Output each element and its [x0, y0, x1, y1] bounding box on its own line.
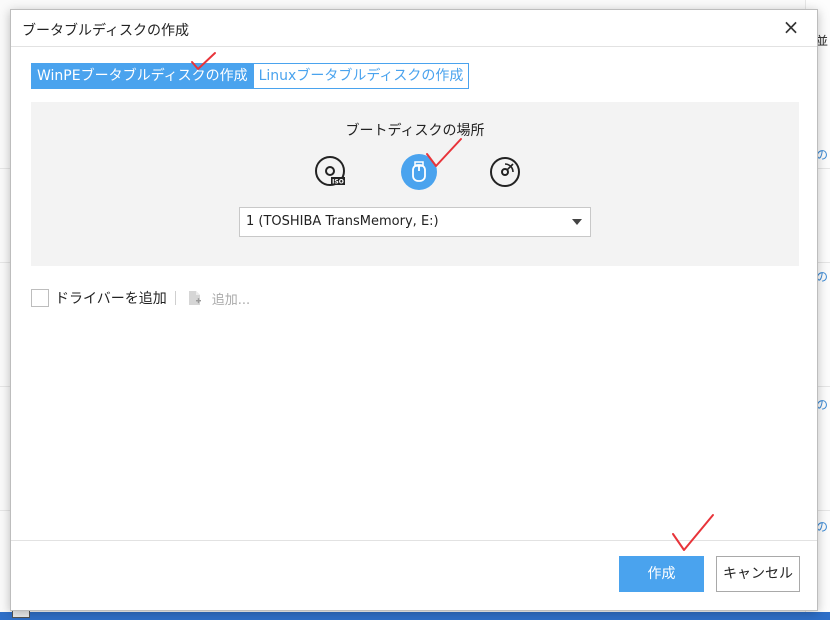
tab-bar: WinPEブータブルディスクの作成 Linuxブータブルディスクの作成 [31, 63, 470, 89]
tab-linux[interactable]: Linuxブータブルディスクの作成 [253, 63, 470, 89]
close-button[interactable]: × [781, 15, 801, 39]
iso-disc-icon[interactable]: ISO [313, 154, 349, 190]
background-taskbar [0, 612, 830, 620]
create-button[interactable]: 作成 [619, 556, 704, 592]
cd-dvd-icon[interactable] [487, 154, 523, 190]
chevron-down-icon [572, 219, 582, 225]
divider [174, 291, 176, 305]
add-file-icon [188, 290, 202, 306]
dialog-title-bar: ブータブルディスクの作成 × [11, 10, 817, 47]
svg-text:ISO: ISO [332, 179, 344, 186]
device-select[interactable]: 1 (TOSHIBA TransMemory, E:) [239, 207, 591, 237]
dialog-title: ブータブルディスクの作成 [22, 23, 190, 39]
device-select-value: 1 (TOSHIBA TransMemory, E:) [246, 214, 439, 229]
footer-divider [11, 540, 817, 541]
boot-location-panel: ブートディスクの場所 ISO 1 (TOSHIBA TransMemory, E… [31, 102, 799, 266]
usb-drive-icon[interactable] [401, 154, 437, 190]
add-driver-checkbox[interactable] [31, 289, 49, 307]
boot-location-label: ブートディスクの場所 [345, 123, 485, 139]
driver-row: ドライバーを追加 追加... [31, 288, 250, 308]
add-driver-label[interactable]: ドライバーを追加 [55, 288, 167, 308]
add-driver-button[interactable]: 追加... [212, 289, 250, 308]
tab-winpe[interactable]: WinPEブータブルディスクの作成 [31, 63, 254, 89]
close-icon: × [782, 15, 800, 39]
bootable-disk-dialog: ブータブルディスクの作成 × WinPEブータブルディスクの作成 Linuxブー… [10, 9, 818, 611]
cancel-button[interactable]: キャンセル [716, 556, 800, 592]
